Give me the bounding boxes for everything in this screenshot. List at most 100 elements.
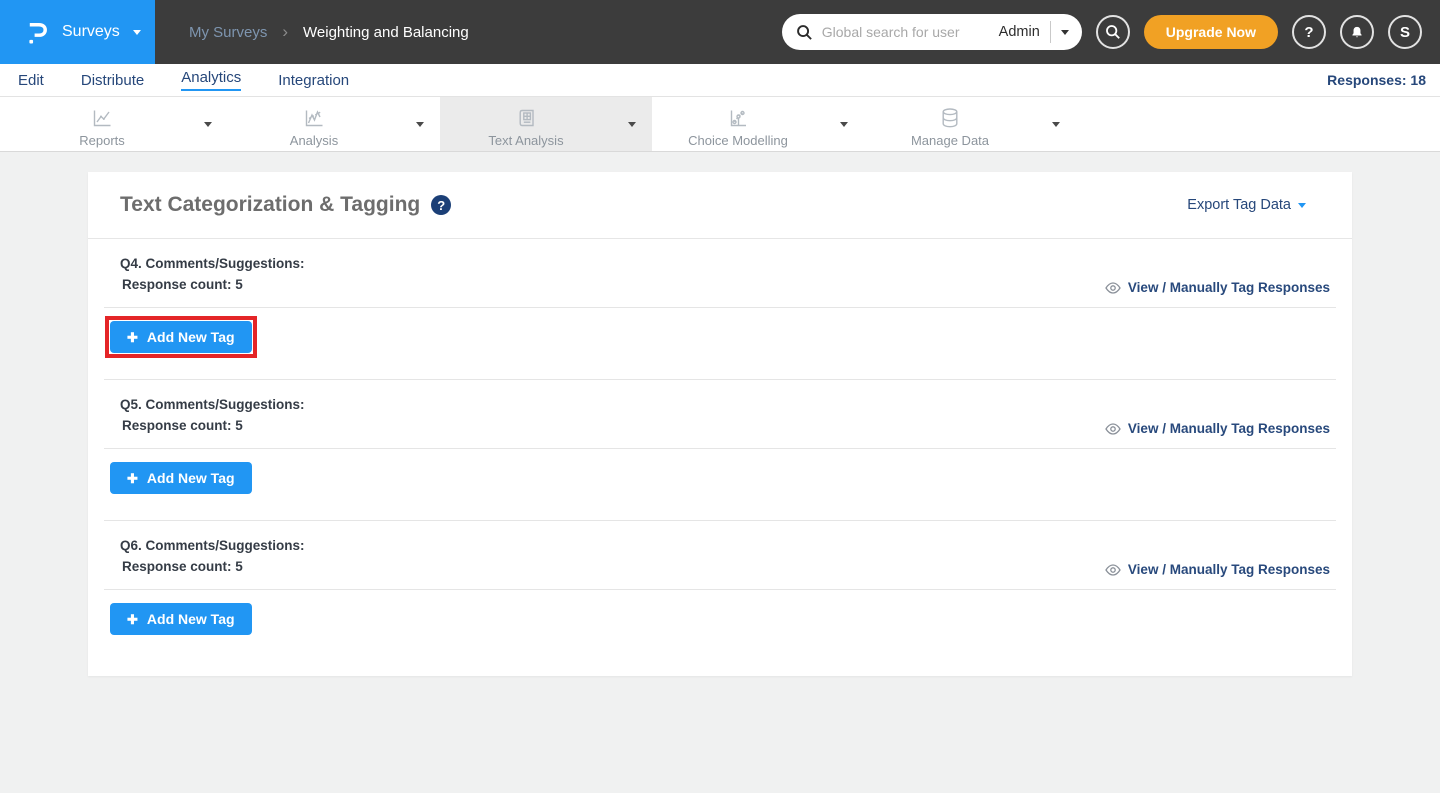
question-info: Q5. Comments/Suggestions: Response count…: [120, 394, 305, 436]
toolbar-group-choice-modelling: Choice Modelling: [652, 97, 864, 151]
annotation-highlight-box: ✚ Add New Tag: [105, 316, 257, 358]
search-icon: [1105, 24, 1121, 40]
toolbar-tab-analysis[interactable]: Analysis: [228, 97, 400, 151]
view-manually-tag-link[interactable]: View / Manually Tag Responses: [1105, 562, 1330, 577]
tab-edit[interactable]: Edit: [18, 72, 44, 89]
plus-icon: ✚: [127, 472, 138, 485]
multi-line-chart-icon: [302, 106, 326, 130]
add-new-tag-label: Add New Tag: [147, 329, 235, 345]
responses-count: Responses: 18: [1327, 72, 1426, 88]
global-search-input[interactable]: [822, 24, 990, 40]
tag-button-row: ✚ Add New Tag: [104, 590, 1336, 676]
proprofs-logo-icon: [24, 18, 51, 47]
toolbar-tab-manage-data-dropdown[interactable]: [1036, 97, 1076, 151]
chevron-down-icon: [840, 122, 848, 127]
notifications-button[interactable]: [1340, 15, 1374, 49]
divider: [1050, 21, 1051, 43]
user-avatar[interactable]: S: [1388, 15, 1422, 49]
toolbar-tab-manage-data[interactable]: Manage Data: [864, 97, 1036, 151]
view-manually-tag-link[interactable]: View / Manually Tag Responses: [1105, 280, 1330, 295]
toolbar-tab-reports[interactable]: Reports: [16, 97, 188, 151]
database-icon: [938, 106, 962, 130]
tab-integration[interactable]: Integration: [278, 72, 349, 89]
chevron-down-icon: [1061, 30, 1069, 35]
export-tag-data-label: Export Tag Data: [1187, 197, 1291, 213]
chevron-down-icon: [1052, 122, 1060, 127]
response-count: Response count: 5: [120, 556, 305, 577]
topbar-actions: Admin Upgrade Now ? S: [782, 14, 1440, 50]
eye-icon: [1105, 423, 1121, 435]
global-search-box: Admin: [782, 14, 1082, 50]
search-scope-dropdown[interactable]: Admin: [999, 21, 1069, 43]
chevron-down-icon: [1298, 203, 1306, 208]
section-header: Q6. Comments/Suggestions: Response count…: [104, 535, 1336, 577]
breadcrumb: My Surveys › Weighting and Balancing: [189, 22, 469, 42]
main-content: Text Categorization & Tagging ? Export T…: [0, 152, 1440, 676]
chevron-down-icon: [204, 122, 212, 127]
toolbar-group-reports: Reports: [16, 97, 228, 151]
toolbar-tab-reports-dropdown[interactable]: [188, 97, 228, 151]
page-title-text: Text Categorization & Tagging: [120, 193, 420, 217]
help-icon[interactable]: ?: [431, 195, 451, 215]
top-bar: Surveys My Surveys › Weighting and Balan…: [0, 0, 1440, 64]
tag-button-row: ✚ Add New Tag: [104, 449, 1336, 508]
text-tagging-card: Text Categorization & Tagging ? Export T…: [88, 172, 1352, 676]
export-tag-data-dropdown[interactable]: Export Tag Data: [1187, 197, 1306, 213]
toolbar-tab-analysis-dropdown[interactable]: [400, 97, 440, 151]
add-new-tag-button[interactable]: ✚ Add New Tag: [110, 603, 252, 635]
add-new-tag-button[interactable]: ✚ Add New Tag: [110, 462, 252, 494]
toolbar-tab-choice-modelling-dropdown[interactable]: [824, 97, 864, 151]
line-chart-icon: [90, 106, 114, 130]
plus-icon: ✚: [127, 613, 138, 626]
search-scope-value: Admin: [999, 24, 1040, 40]
question-label: Q6. Comments/Suggestions:: [120, 535, 305, 556]
chevron-down-icon: [416, 122, 424, 127]
breadcrumb-parent-link[interactable]: My Surveys: [189, 24, 267, 41]
tab-distribute[interactable]: Distribute: [81, 72, 144, 89]
card-header: Text Categorization & Tagging ? Export T…: [88, 172, 1352, 239]
toolbar-tab-choice-modelling[interactable]: Choice Modelling: [652, 97, 824, 151]
toolbar-group-analysis: Analysis: [228, 97, 440, 151]
toolbar-tab-label: Manage Data: [911, 133, 989, 148]
toolbar-tab-text-analysis-dropdown[interactable]: [612, 97, 652, 151]
breadcrumb-current: Weighting and Balancing: [303, 24, 469, 41]
survey-nav: Edit Distribute Analytics Integration Re…: [0, 64, 1440, 97]
toolbar-tab-text-analysis[interactable]: Text Analysis: [440, 97, 612, 151]
toolbar-group-text-analysis: Text Analysis: [440, 97, 652, 151]
help-button[interactable]: ?: [1292, 15, 1326, 49]
plus-icon: ✚: [127, 331, 138, 344]
question-info: Q6. Comments/Suggestions: Response count…: [120, 535, 305, 577]
section-header: Q4. Comments/Suggestions: Response count…: [104, 253, 1336, 295]
page-title: Text Categorization & Tagging ?: [120, 193, 451, 217]
breadcrumb-separator: ›: [282, 22, 288, 42]
eye-icon: [1105, 282, 1121, 294]
eye-icon: [1105, 564, 1121, 576]
bell-icon: [1349, 24, 1365, 41]
tag-button-row: ✚ Add New Tag: [104, 308, 1336, 367]
search-icon: [796, 24, 813, 41]
question-label: Q4. Comments/Suggestions:: [120, 253, 305, 274]
search-button[interactable]: [1096, 15, 1130, 49]
question-label: Q5. Comments/Suggestions:: [120, 394, 305, 415]
surveys-product-menu[interactable]: Surveys: [0, 0, 155, 64]
question-mark-icon: ?: [1304, 24, 1313, 41]
add-new-tag-button[interactable]: ✚ Add New Tag: [110, 321, 252, 353]
toolbar-tab-label: Text Analysis: [488, 133, 563, 148]
section-header: Q5. Comments/Suggestions: Response count…: [104, 394, 1336, 436]
tab-analytics[interactable]: Analytics: [181, 69, 241, 91]
question-section-q6: Q6. Comments/Suggestions: Response count…: [88, 521, 1352, 676]
view-link-label: View / Manually Tag Responses: [1128, 421, 1330, 436]
avatar-initial: S: [1400, 24, 1410, 41]
document-grid-icon: [514, 106, 538, 130]
upgrade-now-button[interactable]: Upgrade Now: [1144, 15, 1278, 49]
chevron-down-icon: [133, 30, 141, 35]
chevron-down-icon: [628, 122, 636, 127]
view-manually-tag-link[interactable]: View / Manually Tag Responses: [1105, 421, 1330, 436]
question-info: Q4. Comments/Suggestions: Response count…: [120, 253, 305, 295]
question-section-q5: Q5. Comments/Suggestions: Response count…: [88, 380, 1352, 521]
response-count: Response count: 5: [120, 274, 305, 295]
scatter-chart-icon: [726, 106, 750, 130]
tag-button-wrap: ✚ Add New Tag: [105, 598, 257, 640]
toolbar-group-manage-data: Manage Data: [864, 97, 1076, 151]
add-new-tag-label: Add New Tag: [147, 611, 235, 627]
